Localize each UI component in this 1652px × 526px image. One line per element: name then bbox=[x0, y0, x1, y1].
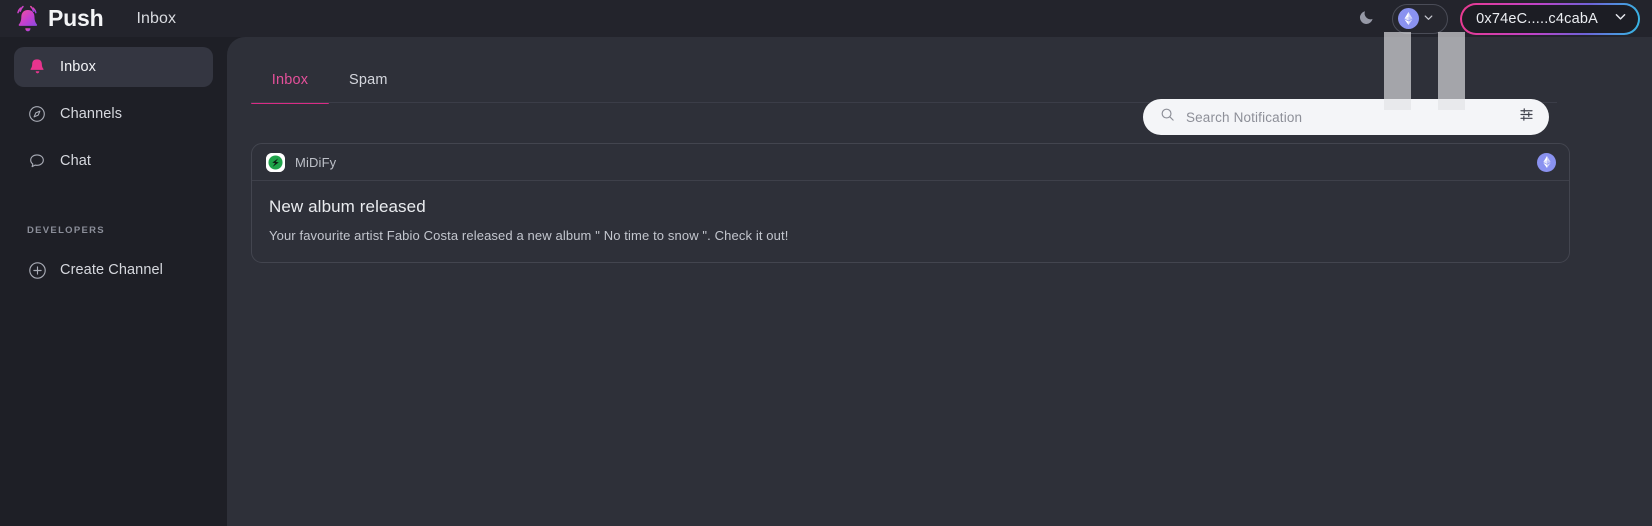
moon-icon bbox=[1359, 8, 1376, 30]
notification-card-body: New album released Your favourite artist… bbox=[252, 181, 1569, 262]
notification-app-name: MiDiFy bbox=[295, 154, 337, 170]
ethereum-icon bbox=[1398, 8, 1420, 29]
sidebar-section-developers: DEVELOPERS bbox=[27, 225, 105, 236]
sliders-filter-icon[interactable] bbox=[1518, 106, 1535, 128]
sidebar-item-label: Inbox bbox=[60, 59, 96, 75]
app-root: Push Inbox 0x74eC.....c4cabA Inbox Chann… bbox=[0, 0, 1652, 526]
chevron-down-icon bbox=[1423, 10, 1434, 28]
tab-label: Spam bbox=[349, 72, 388, 88]
brand-name: Push bbox=[48, 5, 104, 31]
tab-label: Inbox bbox=[271, 72, 309, 88]
bell-logo-icon bbox=[14, 4, 42, 34]
search-icon bbox=[1160, 107, 1175, 127]
sidebar: Inbox Channels Chat DEVELOPERS Create Ch… bbox=[0, 37, 227, 526]
tab-spam[interactable]: Spam bbox=[329, 56, 408, 104]
top-bar-right-controls: 0x74eC.....c4cabA bbox=[1352, 2, 1640, 35]
sidebar-item-label: Chat bbox=[60, 153, 92, 169]
plus-circle-icon bbox=[27, 260, 47, 280]
notification-body-text: Your favourite artist Fabio Costa releas… bbox=[269, 228, 789, 243]
brand-logo[interactable]: Push bbox=[14, 4, 104, 34]
notification-title: New album released bbox=[269, 197, 426, 216]
sidebar-item-label: Channels bbox=[60, 106, 123, 122]
tab-inbox[interactable]: Inbox bbox=[251, 56, 329, 104]
bell-icon bbox=[27, 57, 47, 77]
main-content-panel: Inbox Spam Search Notification MiDiFy Ne… bbox=[227, 37, 1652, 526]
sidebar-item-label: Create Channel bbox=[60, 262, 163, 278]
theme-toggle-button[interactable] bbox=[1352, 4, 1382, 34]
search-input[interactable]: Search Notification bbox=[1186, 110, 1507, 125]
ethereum-icon bbox=[1537, 152, 1556, 172]
page-title: Inbox bbox=[136, 9, 177, 27]
wallet-pill-inner: 0x74eC.....c4cabA bbox=[1462, 4, 1638, 33]
sidebar-item-channels[interactable]: Channels bbox=[14, 94, 213, 134]
sidebar-item-chat[interactable]: Chat bbox=[14, 141, 213, 181]
chevron-down-icon bbox=[1614, 10, 1627, 28]
tabs-bar: Inbox Spam bbox=[251, 56, 1581, 104]
chat-bubble-icon bbox=[27, 151, 47, 171]
notification-card[interactable]: MiDiFy New album released Your favourite… bbox=[251, 143, 1570, 263]
chain-selector-button[interactable] bbox=[1392, 3, 1449, 34]
sidebar-item-create-channel[interactable]: Create Channel bbox=[14, 250, 213, 290]
wallet-address-button[interactable]: 0x74eC.....c4cabA bbox=[1460, 2, 1640, 35]
sidebar-item-inbox[interactable]: Inbox bbox=[14, 47, 213, 87]
tab-list: Inbox Spam bbox=[251, 56, 1581, 104]
search-bar[interactable]: Search Notification bbox=[1143, 99, 1549, 135]
notification-card-header: MiDiFy bbox=[252, 144, 1569, 181]
compass-icon bbox=[27, 104, 47, 124]
midify-logo-icon bbox=[266, 152, 285, 172]
wallet-address-text: 0x74eC.....c4cabA bbox=[1476, 10, 1598, 27]
top-bar: Push Inbox 0x74eC.....c4cabA bbox=[0, 0, 1652, 37]
